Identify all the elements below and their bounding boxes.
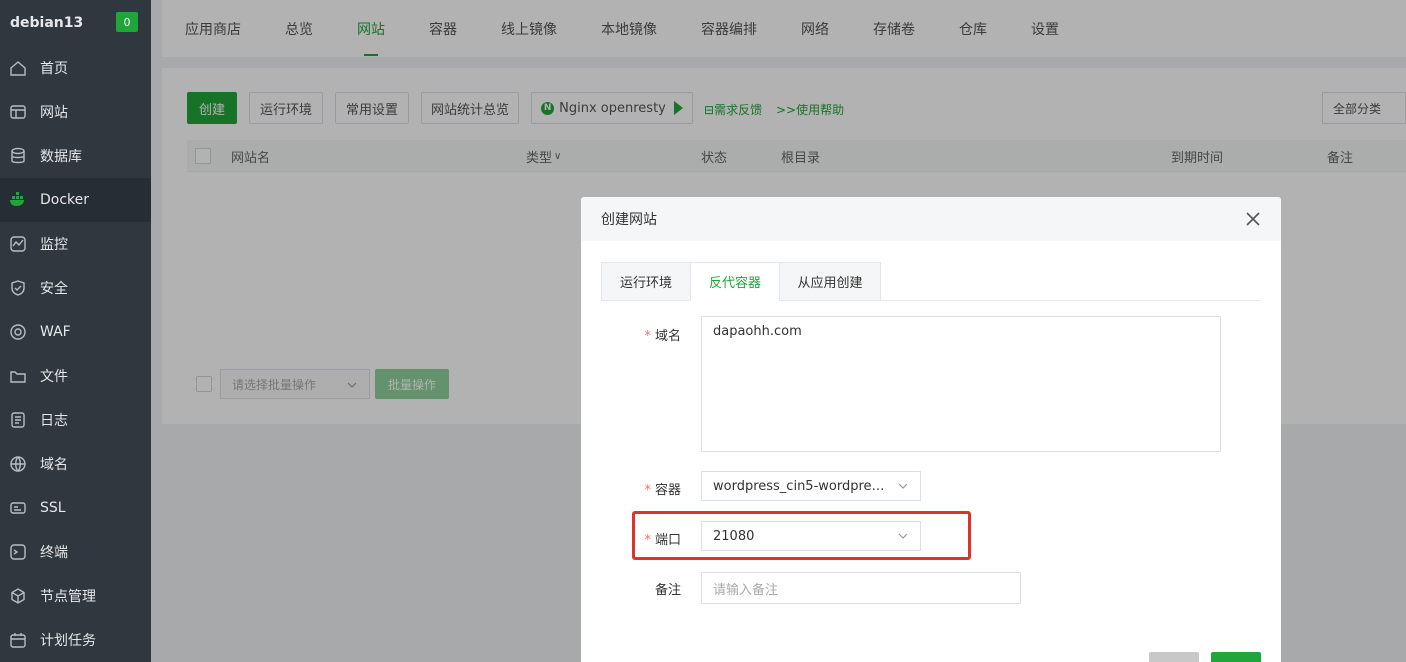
sidebar-item-label: 监控 [40,237,68,253]
tab-runtime[interactable]: 运行环境 [601,262,691,301]
sidebar-item-calendar[interactable]: 计划任务 [0,618,151,662]
container-value: wordpress_cin5-wordpress_C... [713,478,891,494]
dialog-header: 创建网站 [581,197,1281,241]
confirm-button[interactable] [1211,652,1261,662]
shield-icon [7,277,29,299]
waf-icon [7,321,29,343]
monitor-icon [7,233,29,255]
create-website-dialog: 创建网站 运行环境 反代容器 从应用创建 * 域名 dapaohh.com * 容器… [581,197,1281,662]
sidebar-item-database[interactable]: 数据库 [0,134,151,178]
sidebar-item-shield[interactable]: 安全 [0,266,151,310]
sidebar: debian13 0 首页网站数据库 Docker 监控安全 WAF 文件日志域名 SSL… [0,0,151,662]
sidebar-item-label: 终端 [40,545,68,561]
port-select[interactable]: 21080 [701,521,921,551]
remark-label: 备注 [654,583,681,598]
chevron-down-icon [898,533,908,539]
tab-proxy-container[interactable]: 反代容器 [690,262,780,301]
sidebar-item-label: 域名 [40,457,68,473]
website-icon [7,101,29,123]
globe-icon [7,453,29,475]
container-select[interactable]: wordpress_cin5-wordpress_C... [701,471,921,501]
database-icon [7,145,29,167]
sidebar-item-home[interactable]: 首页 [0,46,151,90]
sidebar-item-ssl[interactable]: SSL [0,486,151,530]
sidebar-item-terminal[interactable]: 终端 [0,530,151,574]
sidebar-item-label: 网站 [40,105,68,121]
sidebar-item-monitor[interactable]: 监控 [0,222,151,266]
message-badge[interactable]: 0 [116,12,138,32]
cancel-button[interactable] [1149,652,1199,662]
ssl-icon [7,497,29,519]
sidebar-item-label: 节点管理 [40,589,96,605]
sidebar-item-label: 计划任务 [40,633,96,649]
sidebar-item-label: 安全 [40,281,68,297]
folder-icon [7,365,29,387]
tab-from-app[interactable]: 从应用创建 [779,262,881,301]
close-icon[interactable] [1243,209,1263,229]
sidebar-item-label: 日志 [40,413,68,429]
sidebar-item-label: 数据库 [40,149,82,165]
domain-textarea[interactable]: dapaohh.com [701,316,1221,452]
calendar-icon [7,629,29,651]
sidebar-item-globe[interactable]: 域名 [0,442,151,486]
brand: debian13 0 [0,0,151,46]
docker-icon [7,189,29,211]
node-icon [7,585,29,607]
port-label: * 端口 [644,533,681,548]
chevron-down-icon [898,483,908,489]
sidebar-item-docker[interactable]: Docker [0,178,151,222]
log-icon [7,409,29,431]
sidebar-item-waf[interactable]: WAF [0,310,151,354]
terminal-icon [7,541,29,563]
dialog-tabs: 运行环境 反代容器 从应用创建 [601,262,1261,301]
sidebar-item-label: 文件 [40,369,68,385]
container-label: * 容器 [644,483,681,498]
remark-input[interactable]: 请输入备注 [701,572,1021,604]
sidebar-item-node[interactable]: 节点管理 [0,574,151,618]
sidebar-item-log[interactable]: 日志 [0,398,151,442]
sidebar-item-label: WAF [40,324,71,340]
sidebar-item-folder[interactable]: 文件 [0,354,151,398]
port-value: 21080 [713,528,755,544]
sidebar-item-label: SSL [40,500,66,516]
sidebar-item-label: 首页 [40,61,68,77]
home-icon [7,57,29,79]
sidebar-item-label: Docker [40,192,90,208]
dialog-title: 创建网站 [601,212,657,228]
host-name[interactable]: debian13 [10,15,83,31]
domain-label: * 域名 [644,329,681,344]
sidebar-item-website[interactable]: 网站 [0,90,151,134]
